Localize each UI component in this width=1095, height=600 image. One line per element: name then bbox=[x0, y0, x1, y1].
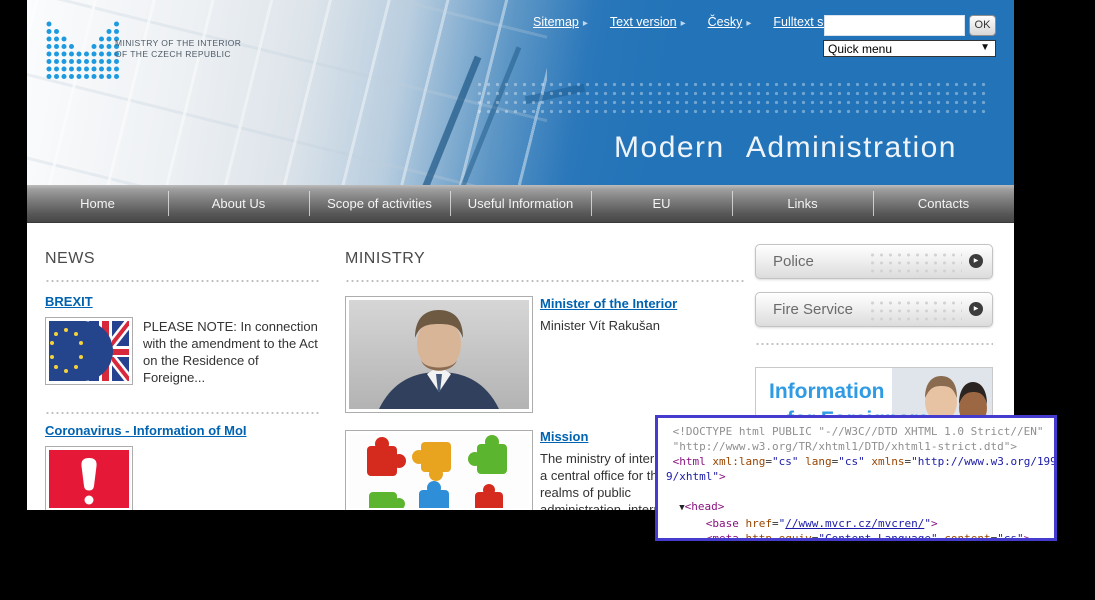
minister-portrait-image[interactable] bbox=[345, 296, 533, 413]
nav-item-contacts[interactable]: Contacts bbox=[873, 185, 1014, 222]
coronavirus-alert-image[interactable] bbox=[45, 446, 133, 510]
link-cesky[interactable]: Česky▸ bbox=[708, 15, 752, 29]
banner-title: Modern Administration bbox=[614, 131, 957, 165]
logo-line-1: MINISTRY OF THE INTERIOR bbox=[115, 38, 241, 49]
main-navigation: Home About Us Scope of activities Useful… bbox=[27, 185, 1014, 223]
link-arrow-icon: ▸ bbox=[681, 18, 686, 29]
nav-item-scope-of-activities[interactable]: Scope of activities bbox=[309, 185, 450, 222]
divider bbox=[755, 343, 993, 345]
link-arrow-icon: ▸ bbox=[583, 18, 588, 29]
code-line: <base href="//www.mvcr.cz/mvcren/"> bbox=[666, 516, 1046, 531]
code-line: <html xml:lang="cs" lang="cs" xmlns="htt… bbox=[666, 454, 1046, 469]
ministry-heading: MINISTRY bbox=[345, 250, 425, 268]
brexit-summary-text: PLEASE NOTE: In connection with the amen… bbox=[143, 318, 323, 386]
ministry-logo-text: MINISTRY OF THE INTERIOR OF THE CZECH RE… bbox=[115, 38, 241, 60]
nav-item-home[interactable]: Home bbox=[27, 185, 168, 222]
quick-menu-select[interactable]: Quick menu ▼ bbox=[823, 40, 996, 57]
code-line: <!DOCTYPE html PUBLIC "-//W3C//DTD XHTML… bbox=[666, 424, 1046, 439]
police-button[interactable]: Police ▶ bbox=[755, 244, 993, 279]
ministry-dotted-logo-icon bbox=[45, 20, 121, 82]
top-utility-bar: Sitemap▸ Text version▸ Česky▸ Fulltext s… bbox=[533, 15, 864, 29]
news-link-coronavirus[interactable]: Coronavirus - Information of MoI bbox=[45, 423, 247, 438]
fire-service-button[interactable]: Fire Service ▶ bbox=[755, 292, 993, 327]
minister-of-interior-link[interactable]: Minister of the Interior bbox=[540, 296, 677, 311]
stage: MINISTRY OF THE INTERIOR OF THE CZECH RE… bbox=[0, 0, 1095, 600]
search-ok-button[interactable]: OK bbox=[969, 15, 996, 36]
quick-menu-label: Quick menu bbox=[828, 42, 892, 56]
news-link-brexit[interactable]: BREXIT bbox=[45, 294, 93, 309]
mission-puzzle-image[interactable] bbox=[345, 430, 533, 510]
logo-line-2: OF THE CZECH REPUBLIC bbox=[115, 49, 241, 60]
arrow-circle-icon: ▶ bbox=[969, 302, 983, 316]
link-arrow-icon: ▸ bbox=[746, 18, 751, 29]
divider bbox=[45, 280, 320, 282]
mission-link[interactable]: Mission bbox=[540, 429, 588, 444]
devtools-code-overlay[interactable]: <!DOCTYPE html PUBLIC "-//W3C//DTD XHTML… bbox=[655, 415, 1057, 541]
nav-item-about-us[interactable]: About Us bbox=[168, 185, 309, 222]
fire-service-button-label: Fire Service bbox=[773, 301, 853, 318]
nav-item-eu[interactable]: EU bbox=[591, 185, 732, 222]
link-text-version[interactable]: Text version▸ bbox=[610, 15, 686, 29]
button-dots-decoration bbox=[868, 251, 962, 274]
link-sitemap[interactable]: Sitemap▸ bbox=[533, 15, 588, 29]
search-input[interactable] bbox=[824, 15, 965, 36]
news-heading: NEWS bbox=[45, 250, 95, 268]
brexit-flags-image[interactable] bbox=[45, 317, 133, 385]
code-line: "http://www.w3.org/TR/xhtml1/DTD/xhtml1-… bbox=[666, 439, 1046, 454]
button-dots-decoration bbox=[868, 299, 962, 322]
code-line: 9/xhtml"> bbox=[666, 469, 1046, 484]
nav-item-useful-information[interactable]: Useful Information bbox=[450, 185, 591, 222]
code-line bbox=[666, 484, 1046, 499]
info-banner-line-1: Information bbox=[769, 380, 885, 404]
decorative-dots-band bbox=[475, 80, 991, 115]
chevron-down-icon: ▼ bbox=[980, 42, 990, 53]
arrow-circle-icon: ▶ bbox=[969, 254, 983, 268]
code-line: <meta http-equiv="Content-Language" cont… bbox=[666, 531, 1046, 541]
code-line: ▼<head> bbox=[666, 499, 1046, 516]
minister-name-text: Minister Vít Rakušan bbox=[540, 317, 660, 334]
nav-item-links[interactable]: Links bbox=[732, 185, 873, 222]
divider bbox=[345, 280, 745, 282]
site-header: MINISTRY OF THE INTERIOR OF THE CZECH RE… bbox=[27, 0, 1014, 185]
police-button-label: Police bbox=[773, 253, 814, 270]
divider bbox=[45, 412, 320, 414]
